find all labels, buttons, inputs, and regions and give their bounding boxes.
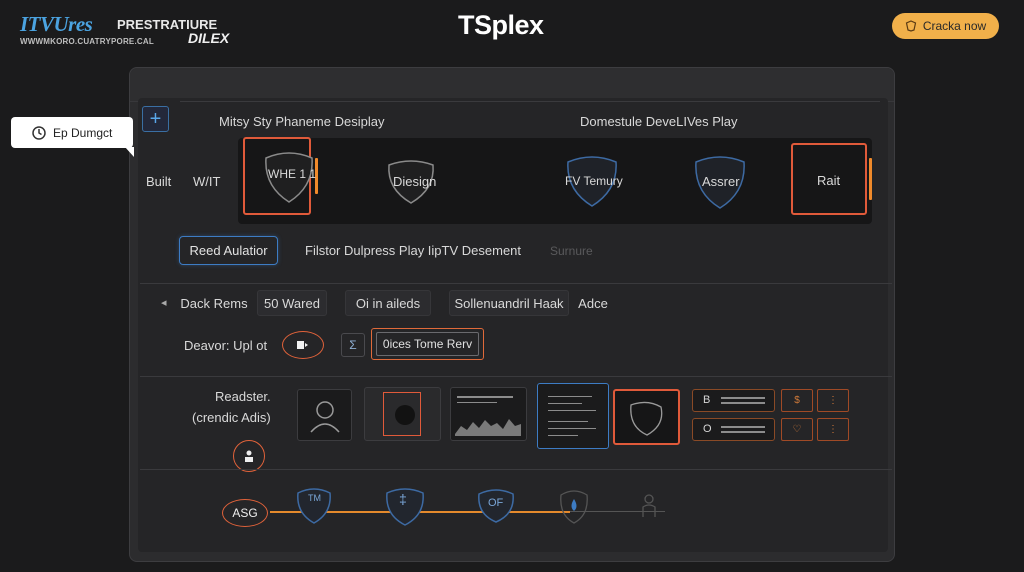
description-text: Filstor Dulpress Play IipTV Desement xyxy=(305,243,522,258)
row-sublabel: (crendic Adis) xyxy=(192,410,271,425)
person-icon[interactable] xyxy=(640,493,658,519)
avatar-tile[interactable] xyxy=(297,389,352,441)
chip[interactable]: Dack Rems xyxy=(173,290,255,316)
caret-icon: ◂ xyxy=(161,297,167,309)
brand-name: ITVUres xyxy=(20,12,93,36)
mini-cell[interactable]: ⋮ xyxy=(817,418,849,441)
divider xyxy=(140,283,892,284)
user-pin-icon[interactable] xyxy=(233,440,265,472)
media-row xyxy=(238,138,872,224)
text-line xyxy=(548,396,592,397)
media-item-label[interactable]: Assrer xyxy=(702,174,740,189)
media-item-label: WHE 1 1 xyxy=(268,167,317,181)
action-button[interactable]: 0ices Tome Rerv xyxy=(371,328,484,360)
left-section-header: Mitsy Sty Phaneme Desiplay xyxy=(219,114,385,129)
timeline-label[interactable]: ASG xyxy=(222,499,268,527)
app-title: TSplex xyxy=(458,10,544,40)
play-icon xyxy=(297,341,308,349)
cta-button[interactable]: Cracka now xyxy=(892,13,999,39)
tooltip: Ep Dumgct xyxy=(11,117,134,157)
text-line xyxy=(721,402,765,404)
person-icon xyxy=(245,450,253,462)
list-row-key: B xyxy=(703,394,711,406)
badge-icon xyxy=(905,20,917,32)
text-line xyxy=(457,402,497,403)
text-line xyxy=(548,435,578,436)
text-line xyxy=(721,426,765,428)
list-row-key: O xyxy=(703,423,712,435)
camera-icon xyxy=(395,405,415,425)
list-row[interactable]: B xyxy=(692,389,775,412)
chip[interactable]: Oi in aileds xyxy=(345,290,431,316)
chip[interactable]: Adce xyxy=(571,290,615,316)
shape-tile-selected[interactable] xyxy=(613,389,680,445)
add-button[interactable]: + xyxy=(142,106,169,132)
chip[interactable]: Sollenuandril Haak xyxy=(449,290,569,316)
text-line xyxy=(721,431,765,433)
text-line xyxy=(548,403,582,404)
side-label-wit: W/IT xyxy=(193,174,221,189)
text-line xyxy=(548,410,596,411)
action-button-label: 0ices Tome Rerv xyxy=(375,332,480,356)
clock-icon xyxy=(32,125,46,140)
mini-cell[interactable]: $ xyxy=(781,389,813,412)
divider xyxy=(180,101,880,102)
chip[interactable]: 50 Wared xyxy=(257,290,327,316)
timeline-node-label: ‡ xyxy=(399,491,407,507)
mini-cell[interactable]: ⋮ xyxy=(817,389,849,412)
sigma-icon: Σ xyxy=(349,338,357,352)
brand-logo: ITVUres PRESTRATIURE WWWMKORO.CUATRYPORE… xyxy=(20,12,230,48)
media-item-label[interactable]: Diesign xyxy=(393,174,436,189)
text-line xyxy=(721,397,765,399)
list-row[interactable]: O xyxy=(692,418,775,441)
ghost-text: Surnure xyxy=(550,244,593,258)
text-line xyxy=(457,396,513,398)
tooltip-label: Ep Dumgct xyxy=(53,125,113,140)
timeline-node-label: OF xyxy=(488,497,504,509)
text-line xyxy=(548,421,588,422)
sparkline-icon xyxy=(455,419,521,436)
row-label: Readster. xyxy=(215,389,271,404)
selection-indicator xyxy=(869,158,872,200)
sigma-button[interactable]: Σ xyxy=(341,333,365,357)
image-tile[interactable] xyxy=(364,387,441,441)
avatar-icon xyxy=(310,401,340,433)
divider xyxy=(140,376,892,377)
cta-label: Cracka now xyxy=(922,19,987,33)
media-item-label: Rait xyxy=(817,173,841,188)
right-section-header: Domestule DeveLIVes Play xyxy=(580,114,738,129)
text-line xyxy=(548,428,596,429)
chart-tile[interactable] xyxy=(450,387,527,441)
play-button[interactable] xyxy=(282,331,324,359)
brand-sub-right: DILEX xyxy=(188,30,230,46)
shield-icon xyxy=(630,401,663,436)
divider xyxy=(140,469,892,470)
mini-cell[interactable]: ♡ xyxy=(781,418,813,441)
brand-subline: WWWMKORO.CUATRYPORE.CAL xyxy=(20,37,154,46)
media-item-label[interactable]: FV Temury xyxy=(565,174,623,188)
primary-action-button[interactable]: Reed Aulatior xyxy=(179,236,278,265)
timeline-node-label: TM xyxy=(308,493,321,503)
side-label-built: Built xyxy=(146,174,172,189)
shield-icon[interactable] xyxy=(294,485,334,527)
row-label: Deavor: Upl ot xyxy=(184,338,268,353)
panel-header-bar xyxy=(130,68,894,102)
drop-icon[interactable] xyxy=(557,487,591,527)
document-tile[interactable] xyxy=(537,383,609,449)
timeline-label-text: ASG xyxy=(232,506,258,520)
